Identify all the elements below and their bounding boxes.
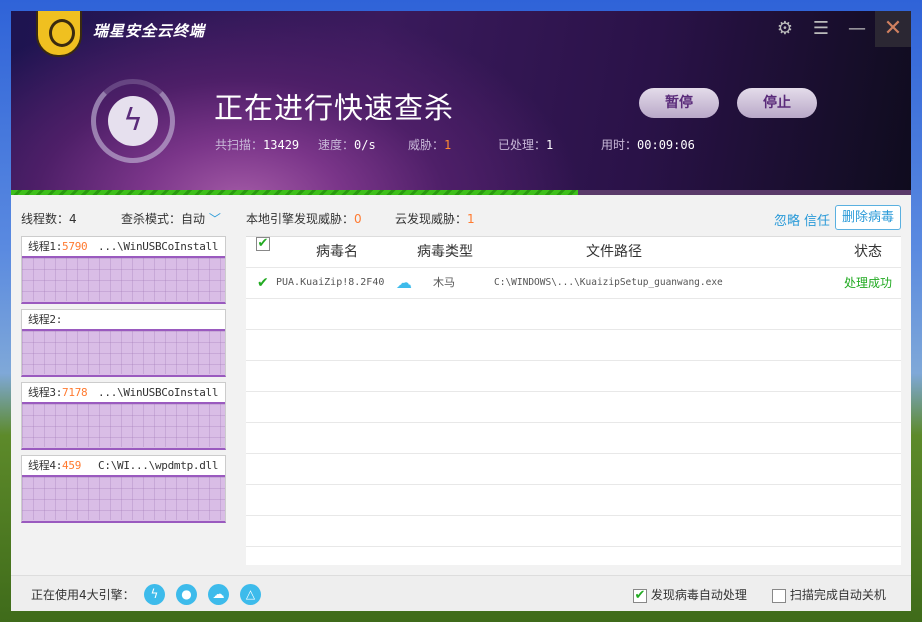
threat-value: 1 xyxy=(444,138,452,152)
time-value: 00:09:06 xyxy=(637,138,695,152)
thread-label: 线程2: xyxy=(28,313,63,326)
handled-value: 1 xyxy=(546,138,554,152)
scan-title: 正在进行快速查杀 xyxy=(214,91,455,125)
mode-label: 查杀模式： xyxy=(121,212,182,226)
engines-label: 正在使用4大引擎： xyxy=(31,588,135,602)
lightning-engine-icon[interactable]: ϟ xyxy=(144,584,165,605)
cloud-icon: ☁ xyxy=(396,273,412,292)
lion-logo-icon xyxy=(36,11,82,57)
thread-path: ...\WinUSBCoInstall xyxy=(98,240,219,253)
speed-value: 0/s xyxy=(354,138,376,152)
thread-panel: 线程2: xyxy=(21,309,226,377)
speed-label: 速度： xyxy=(318,138,355,152)
thread-count-value: 4 xyxy=(69,212,77,226)
thread-path: C:\WI...\wpdmtp.dll xyxy=(98,459,219,472)
status-text: 处理成功 xyxy=(844,276,893,290)
thread-file-count: 459 xyxy=(62,459,82,472)
auto-handle-label: 发现病毒自动处理 xyxy=(650,588,747,602)
thread-label: 线程4: xyxy=(28,459,63,472)
file-path: C:\WINDOWS\...\KuaizipSetup_guanwang.exe xyxy=(494,277,723,288)
table-row[interactable]: ✔ PUA.KuaiZip!8.2F40 ☁ 木马 C:\WINDOWS\...… xyxy=(246,268,901,299)
time-stat: 用时：00:09:06 xyxy=(601,136,695,153)
select-all-checkbox[interactable]: ✔ xyxy=(256,237,270,251)
menu-list-icon[interactable]: ☰ xyxy=(803,11,839,47)
pause-button[interactable]: 暂停 xyxy=(639,88,719,118)
thread-panel: 线程3:7178 ...\WinUSBCoInstall xyxy=(21,382,226,450)
handled-stat: 已处理：1 xyxy=(498,136,553,153)
local-label: 本地引擎发现威胁： xyxy=(246,212,355,226)
local-value: 0 xyxy=(354,212,362,226)
lightning-icon: ϟ xyxy=(108,96,158,146)
scanned-label: 共扫描： xyxy=(215,138,264,152)
cloud-threats: 云发现威胁：1 xyxy=(395,210,475,227)
scan-progress-bar xyxy=(11,190,911,195)
cloud-value: 1 xyxy=(467,212,475,226)
footer: 正在使用4大引擎： ϟ ● ☁ △ ✔ 发现病毒自动处理 扫描完成自动关机 xyxy=(11,575,911,611)
threat-table: ✔ 病毒名 病毒类型 文件路径 状态 ✔ PUA.KuaiZip!8.2F40 … xyxy=(246,236,901,565)
thread-label: 线程3: xyxy=(28,386,63,399)
thread-count-label: 线程数： xyxy=(21,212,70,226)
scan-mode-dropdown[interactable]: 查杀模式：自动 ﹀ xyxy=(121,210,221,227)
triangle-engine-icon[interactable]: △ xyxy=(240,584,261,605)
chevron-down-icon[interactable]: ﹀ xyxy=(209,212,221,226)
thread-file-count: 5790 xyxy=(62,240,88,253)
thread-activity-graph xyxy=(22,258,225,301)
time-label: 用时： xyxy=(601,138,638,152)
handled-label: 已处理： xyxy=(498,138,547,152)
virus-type: 木马 xyxy=(433,276,455,289)
scanned-stat: 共扫描：13429 xyxy=(215,136,299,153)
thread-panel: 线程1:5790 ...\WinUSBCoInstall xyxy=(21,236,226,304)
thread-path: ...\WinUSBCoInstall xyxy=(98,386,219,399)
settings-gear-icon[interactable]: ⚙ xyxy=(767,11,803,47)
cloud-label: 云发现威胁： xyxy=(395,212,468,226)
thread-activity-graph xyxy=(22,331,225,374)
delete-virus-button[interactable]: 删除病毒 xyxy=(835,205,901,230)
speed-stat: 速度：0/s xyxy=(318,136,376,153)
auto-handle-option[interactable]: ✔ 发现病毒自动处理 xyxy=(633,586,747,603)
thread-activity-graph xyxy=(22,477,225,520)
col-name: 病毒名 xyxy=(316,244,358,260)
auto-shutdown-label: 扫描完成自动关机 xyxy=(789,588,886,602)
local-threats: 本地引擎发现威胁：0 xyxy=(246,210,362,227)
col-status: 状态 xyxy=(854,244,882,260)
close-icon[interactable]: ✕ xyxy=(875,11,911,47)
stop-button[interactable]: 停止 xyxy=(737,88,817,118)
check-icon: ✔ xyxy=(257,275,269,291)
virus-name: PUA.KuaiZip!8.2F40 xyxy=(276,277,385,288)
cloud-engine-icon[interactable]: ☁ xyxy=(208,584,229,605)
progress-fill xyxy=(11,190,578,195)
thread-panel: 线程4:459 C:\WI...\wpdmtp.dll xyxy=(21,455,226,523)
col-path: 文件路径 xyxy=(586,244,642,260)
ignore-link[interactable]: 忽略 xyxy=(774,210,800,229)
table-header: ✔ 病毒名 病毒类型 文件路径 状态 xyxy=(246,237,901,268)
scanned-value: 13429 xyxy=(263,138,300,152)
thread-count: 线程数：4 xyxy=(21,210,77,227)
auto-shutdown-option[interactable]: 扫描完成自动关机 xyxy=(772,586,886,603)
mode-value: 自动 xyxy=(181,212,206,226)
minimize-icon[interactable]: — xyxy=(839,11,875,47)
col-type: 病毒类型 xyxy=(417,244,473,260)
brand-name: 瑞星安全云终端 xyxy=(93,22,206,40)
header: 瑞星安全云终端 ⚙ ☰ — ✕ ϟ 正在进行快速查杀 暂停 停止 共扫描：134… xyxy=(11,11,911,190)
main-window: 瑞星安全云终端 ⚙ ☰ — ✕ ϟ 正在进行快速查杀 暂停 停止 共扫描：134… xyxy=(11,11,911,611)
thread-label: 线程1: xyxy=(28,240,63,253)
auto-handle-checkbox[interactable]: ✔ xyxy=(633,588,647,603)
user-engine-icon[interactable]: ● xyxy=(176,584,197,605)
auto-shutdown-checkbox[interactable] xyxy=(772,588,786,603)
thread-activity-graph xyxy=(22,404,225,447)
trust-link[interactable]: 信任 xyxy=(804,210,830,229)
threat-label: 威胁： xyxy=(408,138,445,152)
thread-file-count: 7178 xyxy=(62,386,88,399)
scan-progress-ring: ϟ xyxy=(91,79,175,163)
threat-stat: 威胁：1 xyxy=(408,136,451,153)
